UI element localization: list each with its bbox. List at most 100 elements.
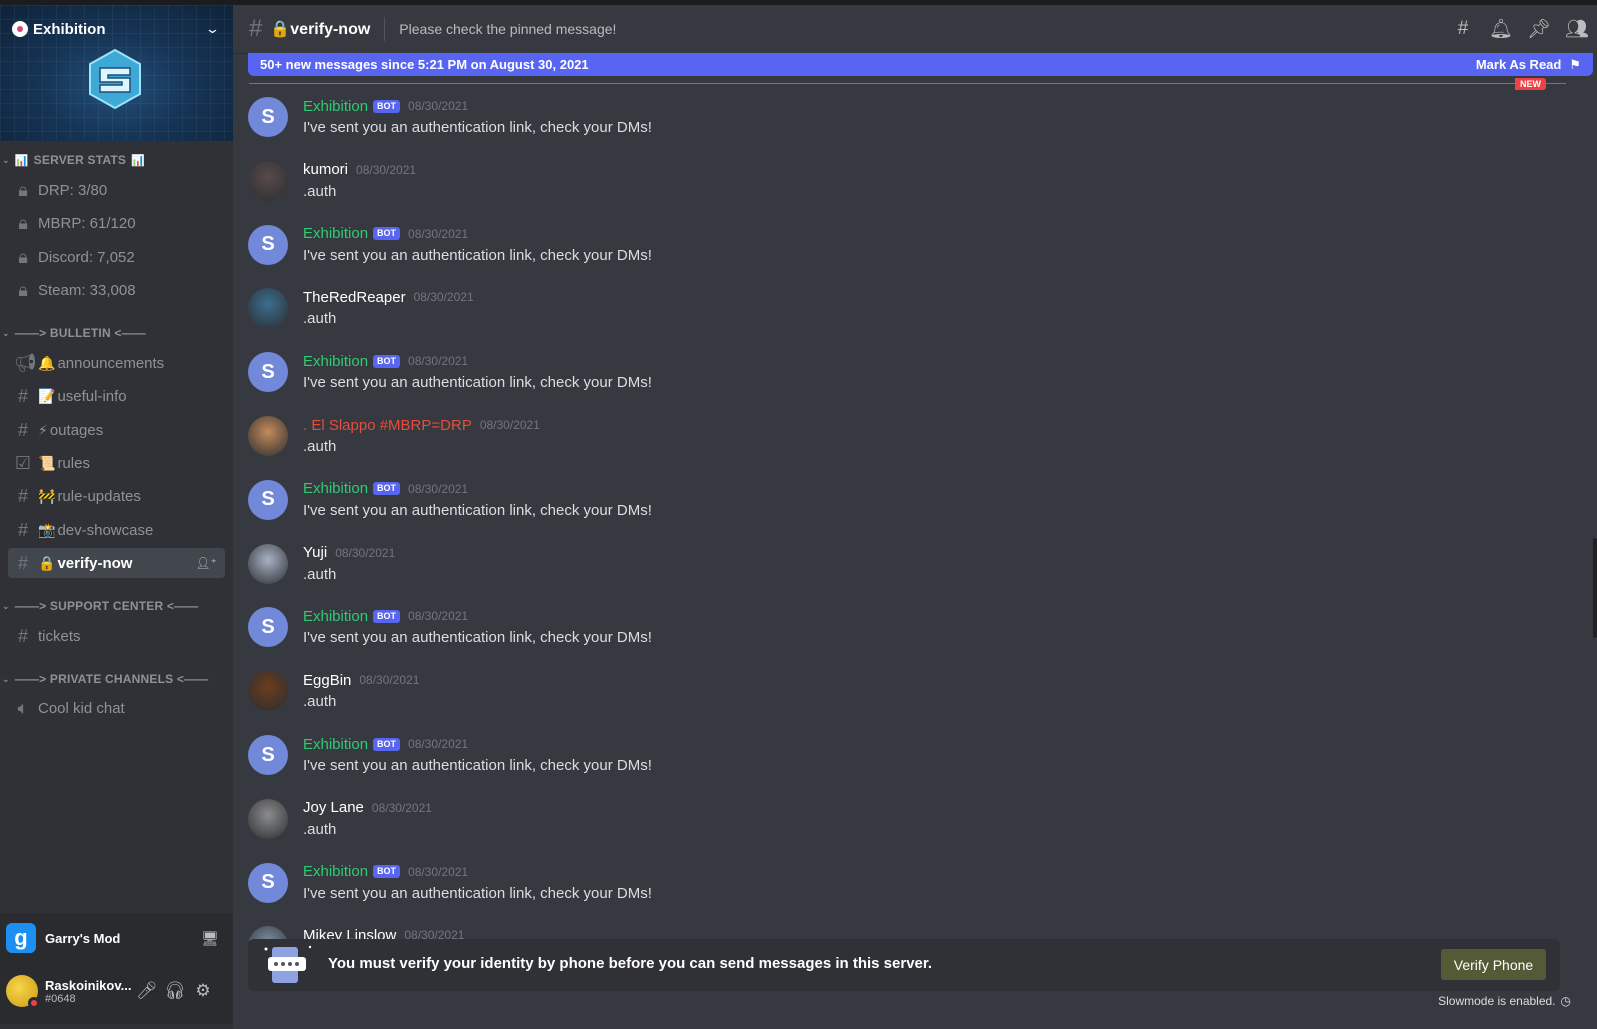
channel-label: tickets [38, 627, 81, 645]
message-author[interactable]: Exhibition [303, 736, 368, 753]
message-content: .auth [303, 310, 337, 328]
message-row[interactable]: Exhibition BOT 08/30/2021 I've sent you an … [233, 346, 1563, 406]
verify-phone-button[interactable]: Verify Phone [1441, 949, 1546, 980]
avatar[interactable] [248, 416, 288, 456]
message-timestamp: 08/30/2021 [408, 481, 469, 496]
channel-announcements[interactable]: 📢︎ 🔔 announcements [8, 348, 225, 378]
message-author[interactable]: EggBin [303, 672, 351, 689]
channel-cool-kid-chat[interactable]: 🔈︎ Cool kid chat [8, 693, 225, 723]
pin-icon[interactable]: 📌︎ [1527, 17, 1551, 41]
message-row[interactable]: Exhibition BOT 08/30/2021 I've sent you an … [233, 857, 1563, 917]
lock-icon: 🔒︎ [18, 212, 28, 233]
message-content: .auth [303, 182, 337, 200]
category-server-stats[interactable]: ⌄ 📊 SERVER STATS 📊 [2, 153, 145, 167]
message-row[interactable]: Exhibition BOT 08/30/2021 I've sent you an … [233, 474, 1563, 534]
hash-icon: # [17, 519, 28, 540]
message-timestamp: 08/30/2021 [359, 673, 420, 688]
message-row[interactable]: kumori 08/30/2021 .auth [233, 155, 1563, 215]
channel-outages[interactable]: # ⚡ outages [8, 415, 225, 445]
channel-topic[interactable]: Please check the pinned message! [399, 21, 616, 37]
avatar[interactable] [248, 862, 288, 903]
megaphone-icon: 📢︎ [14, 352, 37, 373]
message-author[interactable]: Exhibition [303, 480, 368, 497]
category-label: ——> SUPPORT CENTER <—— [14, 599, 199, 613]
avatar[interactable] [248, 352, 288, 393]
category-private-channels[interactable]: ⌄ ——> PRIVATE CHANNELS <—— [2, 672, 208, 686]
user-tag: #0648 [45, 992, 76, 1005]
category-support-center[interactable]: ⌄ ——> SUPPORT CENTER <—— [2, 599, 199, 613]
channel-verify-now[interactable]: # 🔒 verify-now 👤︎⁺ [8, 548, 225, 578]
avatar[interactable] [248, 224, 288, 265]
message-row[interactable]: TheRedReaper 08/30/2021 .auth [233, 282, 1563, 342]
lock-icon: 🔒︎ [18, 179, 28, 200]
message-row[interactable]: Exhibition BOT 08/30/2021 I've sent you an … [233, 219, 1563, 279]
channel-discord-stat[interactable]: 🔒︎ Discord: 7,052 [8, 242, 225, 272]
message-timestamp: 08/30/2021 [335, 545, 396, 560]
mark-as-read-button[interactable]: Mark As Read [1476, 57, 1562, 72]
message-author[interactable]: . El Slappo #MBRP=DRP [303, 417, 472, 434]
message-row[interactable]: Exhibition BOT 08/30/2021 I've sent you an … [233, 729, 1563, 789]
message-row[interactable]: Exhibition BOT 08/30/2021 I've sent you an … [233, 91, 1563, 151]
avatar[interactable] [248, 97, 288, 137]
garrys-mod-icon: g [6, 923, 36, 953]
gear-icon[interactable]: ⚙ [189, 977, 217, 1005]
scrollbar[interactable] [1593, 538, 1597, 638]
avatar[interactable] [248, 607, 288, 648]
channel-mbrp-stat[interactable]: 🔒︎ MBRP: 61/120 [8, 208, 225, 238]
phone-verify-icon [264, 945, 312, 983]
channel-dev-showcase[interactable]: # 📸 dev-showcase [8, 515, 225, 545]
slowmode-indicator: Slowmode is enabled. ◷ [1438, 994, 1571, 1008]
caret-down-icon: ⌄ [2, 327, 10, 338]
create-invite-icon[interactable]: 👤︎⁺ [195, 556, 217, 570]
member-list-icon[interactable]: 👥︎ [1565, 17, 1589, 41]
mark-read-icon: ⚑ [1569, 56, 1581, 72]
activity-game-name: Garry's Mod [45, 930, 121, 946]
lock-icon: 🔒︎ [18, 246, 28, 267]
message-row[interactable]: Yuji 08/30/2021 .auth [233, 538, 1563, 598]
avatar[interactable] [248, 671, 288, 712]
message-row[interactable]: . El Slappo #MBRP=DRP 08/30/2021 .auth [233, 410, 1563, 470]
channel-label: rule-updates [57, 487, 141, 505]
new-messages-bar[interactable]: 50+ new messages since 5:21 PM on August… [248, 53, 1593, 76]
avatar[interactable] [248, 160, 288, 201]
message-author[interactable]: Exhibition [303, 98, 368, 115]
screen-share-icon[interactable]: 🖥︎ [201, 930, 219, 947]
message-timestamp: 08/30/2021 [408, 354, 469, 369]
channel-label: outages [49, 421, 104, 439]
channel-rules[interactable]: ☑ 📜 rules [8, 448, 225, 478]
message-author[interactable]: Yuji [303, 544, 327, 561]
message-row[interactable]: EggBin 08/30/2021 .auth [233, 665, 1563, 725]
message-row[interactable]: Mikey Linslow 08/30/2021 [233, 920, 1563, 941]
bell-icon[interactable]: 🔔︎ [1489, 17, 1513, 41]
avatar[interactable] [248, 288, 288, 329]
channel-tickets[interactable]: # tickets [8, 621, 225, 651]
avatar[interactable] [6, 975, 40, 1009]
channel-rule-updates[interactable]: # 🚧 rule-updates [8, 481, 225, 511]
channel-useful-info[interactable]: # 📝 useful-info [8, 381, 225, 411]
channel-drp-stat[interactable]: 🔒︎ DRP: 3/80 [8, 175, 225, 205]
threads-icon[interactable]: #︎ [1451, 17, 1475, 41]
memo-emoji: 📝 [38, 387, 56, 404]
message-row[interactable]: Joy Lane 08/30/2021 .auth [233, 793, 1563, 853]
server-name-dropdown[interactable]: Exhibition ⌄ [12, 18, 220, 40]
message-author[interactable]: TheRedReaper [303, 289, 406, 306]
headphones-icon[interactable]: 🎧︎ [161, 977, 189, 1005]
avatar[interactable] [248, 479, 288, 520]
message-author[interactable]: Joy Lane [303, 799, 364, 816]
new-messages-text: 50+ new messages since 5:21 PM on August… [260, 57, 589, 72]
message-author[interactable]: Exhibition [303, 225, 368, 242]
microphone-icon[interactable]: 🎤︎ [133, 977, 161, 1005]
message-author[interactable]: Exhibition [303, 863, 368, 880]
dnd-status-icon [28, 997, 40, 1009]
avatar[interactable] [248, 735, 288, 775]
message-author[interactable]: Exhibition [303, 608, 368, 625]
message-row[interactable]: Exhibition BOT 08/30/2021 I've sent you an … [233, 601, 1563, 661]
slowmode-text: Slowmode is enabled. [1438, 994, 1556, 1008]
channel-steam-stat[interactable]: 🔒︎ Steam: 33,008 [8, 275, 225, 305]
message-author[interactable]: Exhibition [303, 353, 368, 370]
avatar[interactable] [248, 798, 288, 839]
message-author[interactable]: kumori [303, 161, 348, 178]
category-bulletin[interactable]: ⌄ ——> BULLETIN <—— [2, 326, 146, 340]
avatar[interactable] [248, 543, 288, 584]
server-logo-icon [89, 48, 141, 110]
